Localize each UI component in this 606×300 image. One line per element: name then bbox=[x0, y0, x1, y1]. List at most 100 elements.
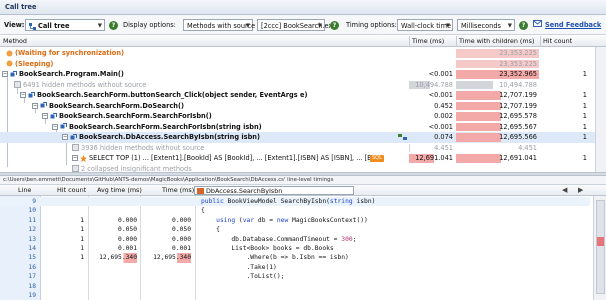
hidden-methods-icon bbox=[14, 81, 21, 88]
time-with-children-value: 12,695.566 bbox=[499, 133, 537, 141]
line-number: 15 bbox=[28, 254, 36, 262]
hit-count-value: 1 bbox=[582, 133, 587, 141]
toolbar: View: Call tree ▼ ? Display options: Met… bbox=[0, 15, 606, 35]
method-icon bbox=[197, 188, 204, 194]
line-hit-count: 1 bbox=[80, 245, 84, 252]
line-number: 18 bbox=[28, 282, 36, 290]
method-name: 6491 hidden methods without source bbox=[23, 80, 147, 89]
line-time: 0.001 bbox=[172, 245, 191, 252]
call-tree-row[interactable]: − BookSearch.DbAccess.SearchByIsbn(string… bbox=[0, 132, 606, 143]
back-arrow-icon[interactable]: ◀ bbox=[562, 185, 567, 196]
source-line-row[interactable]: 19 bbox=[0, 291, 590, 300]
forward-arrow-icon[interactable]: ▶ bbox=[578, 185, 583, 196]
method-name: BookSearch.SearchForm.SearchForIsbn() bbox=[59, 112, 212, 120]
time-with-children-value: 4.451 bbox=[518, 143, 537, 152]
display-options-label: Display options: bbox=[123, 21, 176, 29]
method-name: BookSearch.SearchForm.DoSearch() bbox=[49, 101, 184, 110]
source-line-row[interactable]: 11 1 0.000 0.000 using (var db = new MagicB… bbox=[0, 216, 590, 225]
source-line-row[interactable]: 18 bbox=[0, 282, 590, 291]
timing-help-icon[interactable]: ? bbox=[519, 19, 528, 31]
display-options-select[interactable]: Methods with source ▼ bbox=[183, 19, 255, 31]
collapse-toggle-icon[interactable]: − bbox=[52, 123, 58, 130]
source-line-row[interactable]: 15 1 12,695.340 12,695.340 .Where(b => b.Is… bbox=[0, 253, 590, 263]
view-help-icon[interactable]: ? bbox=[109, 19, 118, 31]
time-with-children-value: 12,691.041 bbox=[499, 154, 537, 162]
call-tree-row[interactable]: 2 collapsed insignificant methods bbox=[0, 164, 606, 172]
line-time: 12,695.340 bbox=[144, 253, 191, 263]
collapse-toggle-icon[interactable]: − bbox=[2, 71, 8, 77]
time-column-header[interactable]: Time (ms) bbox=[162, 185, 194, 196]
source-line-row[interactable]: 17 .ToList(); bbox=[0, 272, 590, 281]
call-tree-row[interactable]: 3936 hidden methods without source 4.451 4… bbox=[0, 143, 606, 154]
time-column-header[interactable]: Time (ms) bbox=[409, 36, 444, 47]
source-link-icon[interactable] bbox=[398, 133, 407, 141]
time-with-children-value: 23,353.225 bbox=[499, 59, 537, 68]
collapse-toggle-icon[interactable]: − bbox=[42, 113, 48, 119]
avg-time-column-header[interactable]: Avg time (ms) bbox=[97, 185, 142, 196]
time-value: 0.452 bbox=[434, 101, 453, 110]
view-select[interactable]: Call tree ▼ bbox=[25, 19, 105, 31]
source-code: using (var db = new MagicBooksContext()) bbox=[216, 216, 368, 224]
time-with-children-value: 12,695.578 bbox=[499, 112, 537, 120]
units-value: Milliseconds bbox=[461, 22, 501, 30]
display-help-icon[interactable]: ? bbox=[330, 19, 339, 31]
call-tree-row[interactable]: (Waiting for synchronization) 23,353.225 bbox=[0, 48, 606, 59]
source-line-row[interactable]: 16 .Take(1) bbox=[0, 263, 590, 272]
sql-badge: SQL bbox=[370, 155, 384, 162]
source-line-row[interactable]: 14 1 0.001 0.001 List<Book> books = db.Book… bbox=[0, 244, 590, 253]
send-feedback-link[interactable]: Send Feedback bbox=[545, 19, 601, 31]
call-tree-row[interactable]: − SELECT TOP (1) ... [Extent1].[BookId] A… bbox=[0, 153, 606, 164]
chevron-down-icon: ▼ bbox=[97, 23, 102, 29]
call-tree-row[interactable]: − BookSearch.SearchForm.buttonSearch_Clic… bbox=[0, 90, 606, 101]
vertical-scrollbar[interactable] bbox=[593, 196, 606, 300]
source-code: .Take(1) bbox=[201, 263, 277, 271]
collapse-toggle-icon[interactable]: − bbox=[72, 155, 78, 161]
method-name: BookSearch.Program.Main() bbox=[19, 70, 124, 78]
source-line-row[interactable]: 10 { bbox=[0, 206, 590, 215]
collapse-toggle-icon[interactable]: − bbox=[20, 92, 26, 98]
view-select-value: Call tree bbox=[38, 22, 70, 30]
time-with-children-column-header[interactable]: Time with children (ms) bbox=[456, 36, 534, 47]
call-tree-row[interactable]: (Sleeping) 23,353.225 bbox=[0, 59, 606, 70]
tree-scrollbar[interactable] bbox=[595, 47, 606, 172]
hit-count-column-header[interactable]: Hit count bbox=[540, 36, 572, 47]
call-tree-row[interactable]: − BookSearch.SearchForm.SearchForIsbn(str… bbox=[0, 122, 606, 133]
method-icon bbox=[40, 102, 47, 109]
source-line-row[interactable]: 9 public BookViewModel SearchByIsbn(strin… bbox=[0, 197, 590, 207]
time-with-children-value: 12,695.567 bbox=[499, 122, 537, 131]
line-avg-time: 0.000 bbox=[118, 216, 137, 224]
method-file-select[interactable]: DbAccess.SearchByIsbn bbox=[194, 186, 354, 195]
source-line-row[interactable]: 12 1 0.050 0.050 { bbox=[0, 225, 590, 234]
call-tree-row[interactable]: − BookSearch.Program.Main() <0.001 23,352.9… bbox=[0, 69, 606, 80]
line-timings: 9 public BookViewModel SearchByIsbn(strin… bbox=[0, 196, 606, 300]
process-select[interactable]: [2ccc] BookSearch.exe ▼ bbox=[257, 19, 336, 31]
call-tree-row[interactable]: − BookSearch.SearchForm.DoSearch() 0.452 12… bbox=[0, 101, 606, 112]
chevron-down-icon: ▼ bbox=[245, 23, 250, 29]
view-label: View: bbox=[4, 21, 25, 29]
line-time: 0.000 bbox=[172, 235, 191, 243]
collapse-toggle-icon[interactable]: − bbox=[32, 102, 38, 109]
collapse-toggle-icon[interactable]: − bbox=[62, 134, 68, 140]
line-time: 0.000 bbox=[172, 216, 191, 224]
source-code: public BookViewModel SearchByIsbn(string… bbox=[201, 198, 376, 205]
hit-count-value: 1 bbox=[582, 122, 587, 131]
timing-select[interactable]: Wall-clock time ▼ bbox=[397, 19, 453, 31]
source-code: db.Database.CommandTimeout = 300; bbox=[201, 235, 357, 243]
source-line-row[interactable]: 13 1 0.000 0.000 db.Database.CommandTimeout… bbox=[0, 235, 590, 244]
units-select[interactable]: Milliseconds ▼ bbox=[457, 19, 515, 31]
call-tree-row[interactable]: − BookSearch.SearchForm.SearchForIsbn() 0.… bbox=[0, 111, 606, 122]
time-value: 0.074 bbox=[434, 133, 453, 141]
method-icon bbox=[60, 123, 67, 130]
chevron-down-icon: ▼ bbox=[507, 23, 512, 29]
line-number: 19 bbox=[28, 292, 36, 299]
source-code: List<Book> books = db.Books bbox=[201, 245, 334, 252]
line-avg-time: 0.000 bbox=[118, 235, 137, 243]
source-code: { bbox=[201, 207, 205, 215]
call-tree-row[interactable]: 6491 hidden methods without source 10,494… bbox=[0, 80, 606, 91]
method-column-header[interactable]: Method bbox=[0, 36, 27, 47]
line-avg-time: 0.050 bbox=[118, 226, 137, 234]
timing-value: Wall-clock time bbox=[401, 22, 452, 30]
time-value: <0.001 bbox=[428, 70, 453, 78]
hit-count-column-header[interactable]: Hit count bbox=[57, 185, 86, 196]
hidden-methods-icon bbox=[72, 165, 79, 172]
